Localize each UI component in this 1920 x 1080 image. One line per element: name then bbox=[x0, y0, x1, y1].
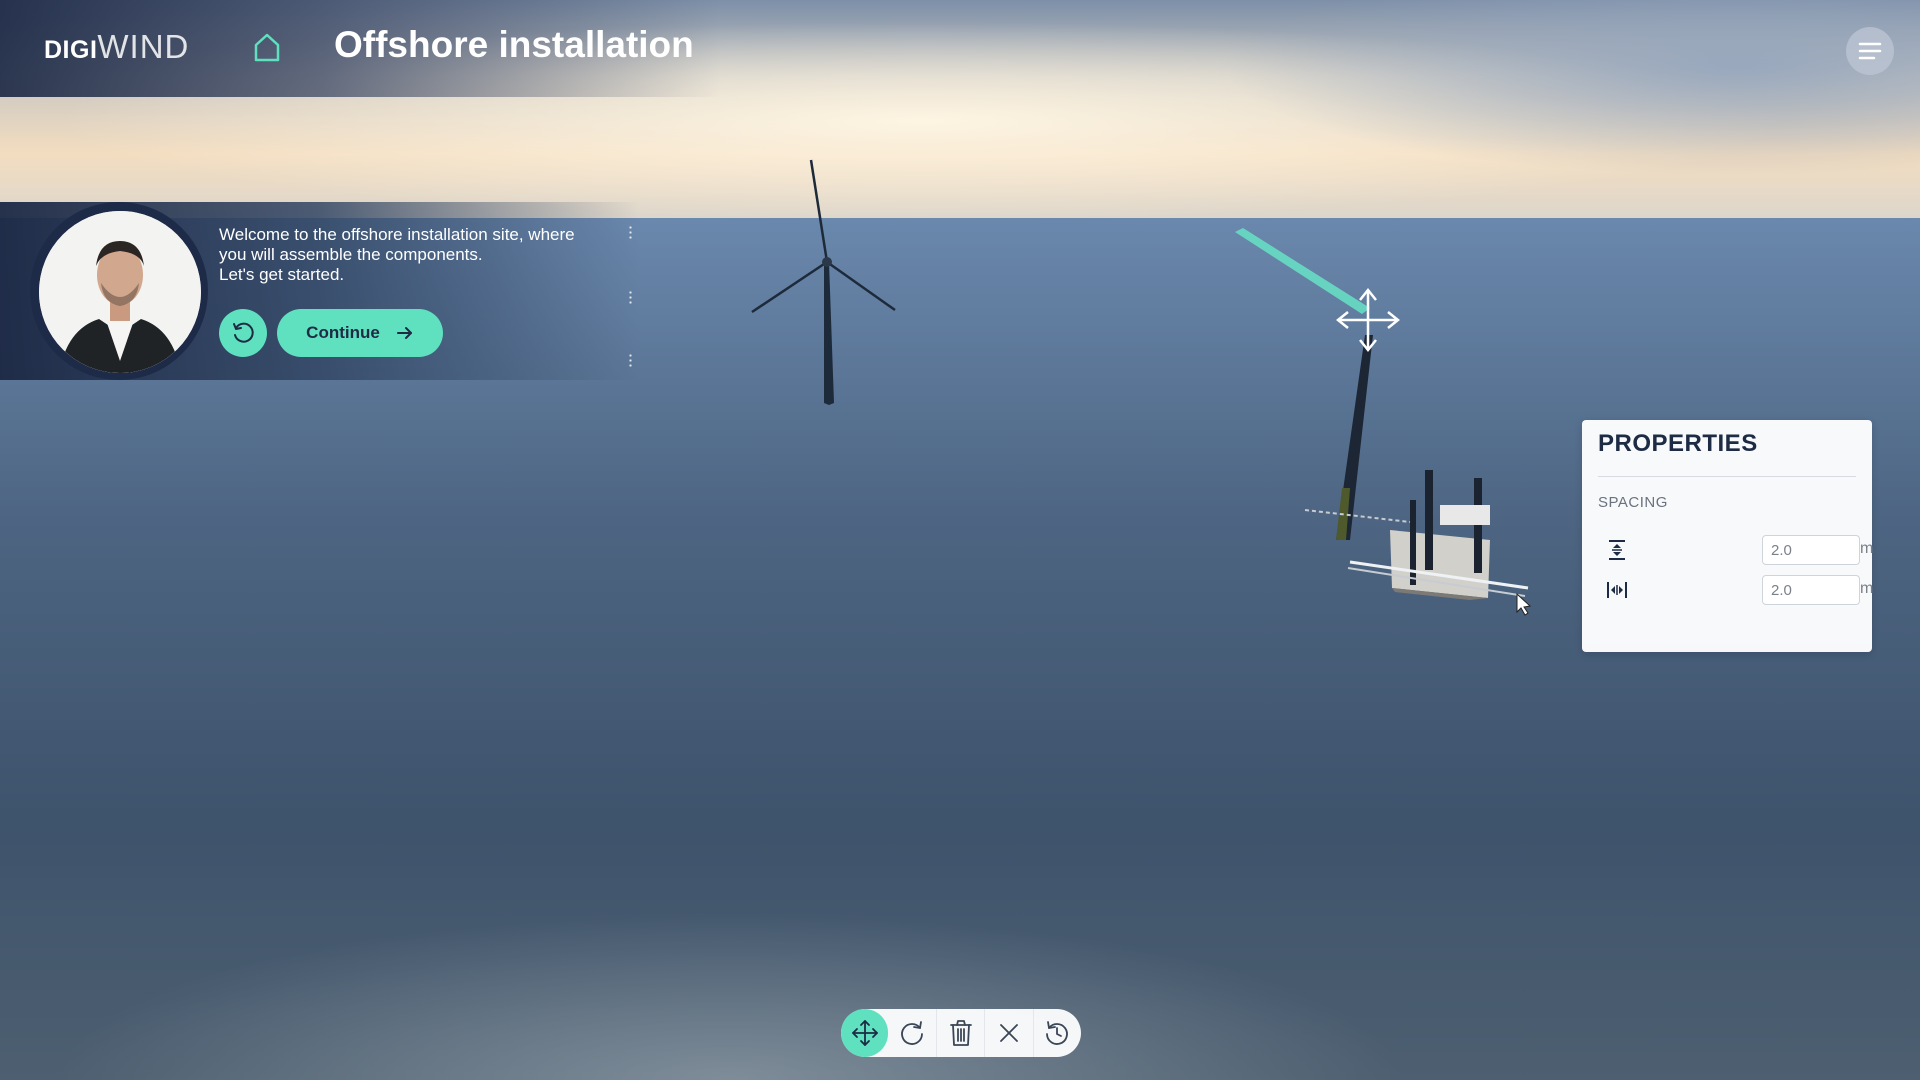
home-icon bbox=[254, 33, 280, 62]
delete-icon bbox=[949, 1020, 972, 1046]
arrow-right-icon bbox=[396, 327, 412, 339]
close-tool-button[interactable] bbox=[984, 1009, 1032, 1057]
hamburger-menu-icon bbox=[1858, 42, 1882, 60]
page-title: Offshore installation bbox=[334, 24, 694, 65]
horizontal-spacing-input[interactable] bbox=[1762, 575, 1860, 605]
divider-dots bbox=[629, 290, 632, 304]
divider bbox=[1598, 476, 1856, 477]
logo-part-digi: DIGI bbox=[44, 36, 98, 64]
properties-title: PROPERTIES bbox=[1598, 430, 1758, 457]
logo-part-wind: WIND bbox=[97, 28, 190, 65]
replay-icon bbox=[233, 322, 254, 343]
guide-message-line: you will assemble the components. bbox=[219, 245, 483, 264]
app-logo: DIGI WIND bbox=[44, 28, 189, 66]
unit-label: m bbox=[1860, 580, 1874, 597]
rotate-icon bbox=[901, 1021, 924, 1045]
horizontal-spacing-icon bbox=[1607, 582, 1627, 598]
vertical-spacing-icon bbox=[1609, 540, 1625, 560]
move-icon bbox=[851, 1020, 878, 1046]
continue-button[interactable]: Continue bbox=[277, 309, 443, 357]
divider-dots bbox=[629, 353, 632, 367]
close-icon bbox=[1000, 1024, 1018, 1042]
divider-dots bbox=[629, 225, 632, 239]
reset-tool-button[interactable] bbox=[1032, 1009, 1081, 1057]
replay-button[interactable] bbox=[219, 309, 267, 357]
vertical-spacing-input[interactable] bbox=[1762, 535, 1860, 565]
vertical-spacing-row: m bbox=[1598, 535, 1873, 565]
rotate-tool-button[interactable] bbox=[888, 1009, 935, 1057]
guide-avatar bbox=[39, 211, 201, 373]
move-tool-button[interactable] bbox=[841, 1009, 889, 1057]
spacing-section-label: SPACING bbox=[1598, 494, 1668, 511]
delete-tool-button[interactable] bbox=[935, 1009, 984, 1057]
continue-label: Continue bbox=[306, 323, 380, 342]
menu-button[interactable] bbox=[1846, 27, 1894, 75]
guide-message-line: Let's get started. bbox=[219, 265, 345, 284]
guide-message: Welcome to the offshore installation sit… bbox=[219, 225, 619, 285]
properties-panel: PROPERTIES SPACING m m bbox=[1582, 420, 1873, 652]
reset-icon bbox=[1046, 1021, 1069, 1045]
unit-label: m bbox=[1860, 540, 1874, 557]
home-button[interactable] bbox=[250, 30, 284, 64]
guide-message-line: Welcome to the offshore installation sit… bbox=[219, 225, 575, 244]
horizontal-spacing-row: m bbox=[1598, 575, 1873, 605]
edit-toolbar bbox=[841, 1009, 1081, 1057]
